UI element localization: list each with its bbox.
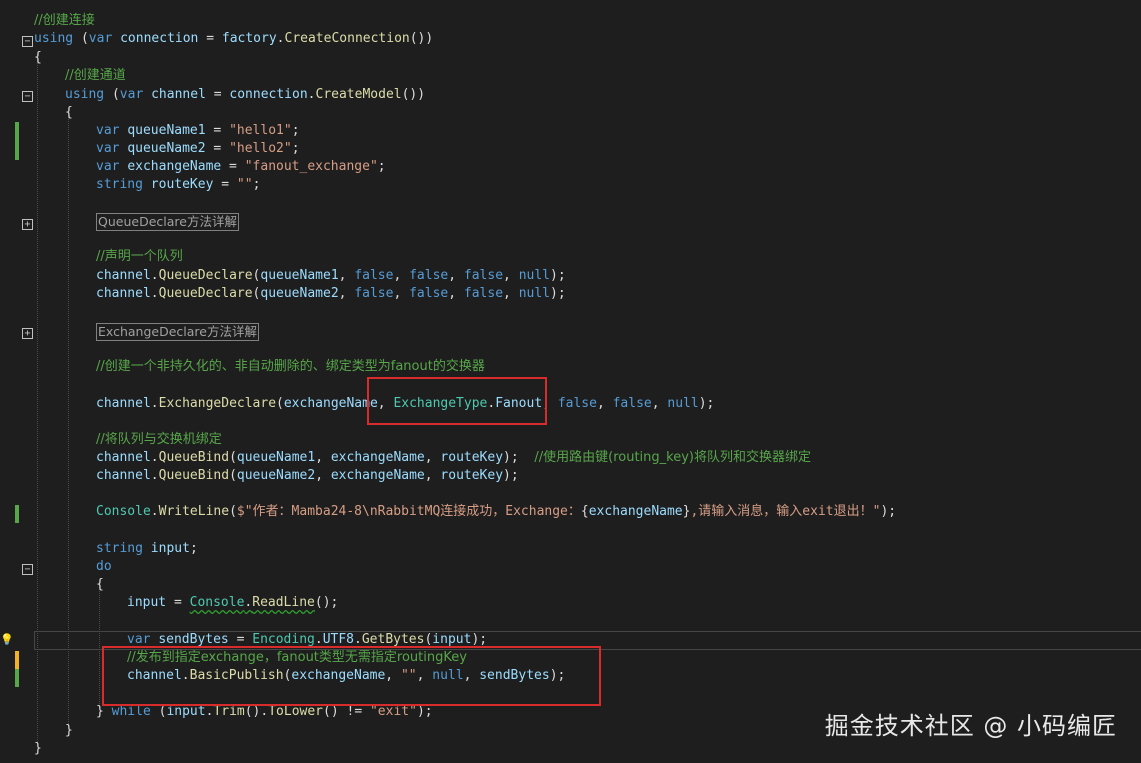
code-line: do [96,559,112,574]
watermark-text: 掘金技术社区 @ 小码编匠 [824,712,1117,740]
code-line: //将队列与交换机绑定 [96,432,222,447]
change-marker [15,505,19,523]
editor-gutter [0,0,34,763]
collapse-toggle[interactable]: − [22,564,33,575]
code-line: input = Console.ReadLine(); [127,595,339,610]
code-line: var queueName1 = "hello1"; [96,123,300,138]
expand-toggle[interactable]: + [22,328,33,339]
collapsed-region[interactable]: QueueDeclare方法详解 [96,213,239,231]
code-line: channel.QueueDeclare(queueName1, false, … [96,268,566,283]
expand-toggle[interactable]: + [22,219,33,230]
code-line: { [96,577,104,592]
code-line: string routeKey = ""; [96,177,261,192]
change-marker [15,122,19,160]
code-line: } [34,741,42,756]
code-editor[interactable]: − − + + − 💡 //创建连接 using (var connection… [0,0,1141,763]
code-line: channel.QueueBind(queueName2, exchangeNa… [96,468,519,483]
code-line: { [65,105,73,120]
code-line: //创建连接 [34,13,95,28]
code-line: //创建通道 [65,68,126,83]
highlight-box-basic-publish [102,646,601,706]
highlight-box-exchange-type [367,377,547,425]
code-line: channel.QueueBind(queueName1, exchangeNa… [96,450,811,465]
collapsed-region-label[interactable]: QueueDeclare方法详解 [96,213,239,231]
code-line: using (var channel = connection.CreateMo… [65,87,426,102]
code-line: string input; [96,541,198,556]
code-line: using (var connection = factory.CreateCo… [34,31,434,46]
code-line: } [65,723,73,738]
code-line: var queueName2 = "hello2"; [96,141,300,156]
collapse-toggle[interactable]: − [22,36,33,47]
lightbulb-icon[interactable]: 💡 [0,634,14,645]
code-line: var exchangeName = "fanout_exchange"; [96,159,386,174]
collapse-toggle[interactable]: − [22,91,33,102]
code-line: //创建一个非持久化的、非自动删除的、绑定类型为fanout的交换器 [96,359,485,374]
code-line: Console.WriteLine($"作者：Mamba24-8\nRabbit… [96,504,897,519]
code-line: channel.QueueDeclare(queueName2, false, … [96,286,566,301]
code-line: //声明一个队列 [96,249,183,264]
collapsed-region-label[interactable]: ExchangeDeclare方法详解 [96,323,259,341]
change-marker [15,669,19,687]
change-marker [15,651,19,669]
code-line: { [34,50,42,65]
collapsed-region[interactable]: ExchangeDeclare方法详解 [96,323,259,341]
